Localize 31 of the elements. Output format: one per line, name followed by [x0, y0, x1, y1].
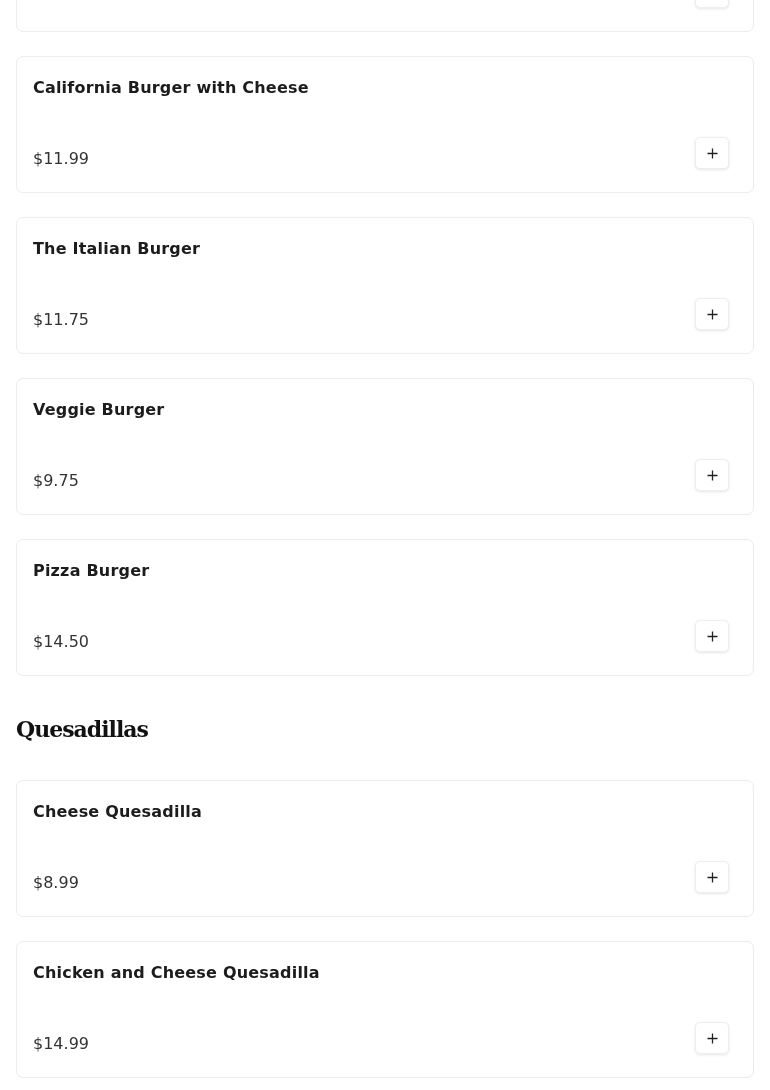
- item-price: $8.99: [33, 872, 79, 892]
- item-name: California Burger with Cheese: [33, 78, 309, 97]
- menu-item-card[interactable]: Chicken and Cheese Quesadilla $14.99: [16, 941, 754, 1078]
- item-name: Pizza Burger: [33, 561, 150, 580]
- add-button[interactable]: [695, 459, 729, 491]
- item-name: The Italian Burger: [33, 239, 201, 258]
- menu-item-card[interactable]: The Italian Burger $11.75: [16, 217, 754, 354]
- plus-icon: [706, 147, 718, 159]
- menu-item-card[interactable]: Cheese Quesadilla $8.99: [16, 780, 754, 917]
- plus-icon: [706, 469, 718, 481]
- item-price: $9.75: [33, 470, 79, 490]
- item-price: $11.75: [33, 309, 89, 329]
- add-button[interactable]: [695, 137, 729, 169]
- menu-item-card[interactable]: California Burger with Cheese $11.99: [16, 56, 754, 193]
- plus-icon: [706, 871, 718, 883]
- item-price: $14.50: [33, 631, 89, 651]
- plus-icon: [706, 308, 718, 320]
- plus-icon: [706, 630, 718, 642]
- add-button[interactable]: [695, 298, 729, 330]
- item-name: Veggie Burger: [33, 400, 165, 419]
- plus-icon: [706, 1032, 718, 1044]
- section-heading: Quesadillas: [16, 715, 149, 744]
- add-button[interactable]: [695, 1022, 729, 1054]
- add-button[interactable]: [695, 861, 729, 893]
- item-name: Chicken and Cheese Quesadilla: [33, 963, 320, 982]
- menu-item-card[interactable]: Veggie Burger $9.75: [16, 378, 754, 515]
- item-price: $14.99: [33, 1033, 89, 1053]
- add-button[interactable]: [695, 620, 729, 652]
- menu-item-card[interactable]: Pizza Burger $14.50: [16, 539, 754, 676]
- item-name: Cheese Quesadilla: [33, 802, 203, 821]
- item-price: $11.99: [33, 148, 89, 168]
